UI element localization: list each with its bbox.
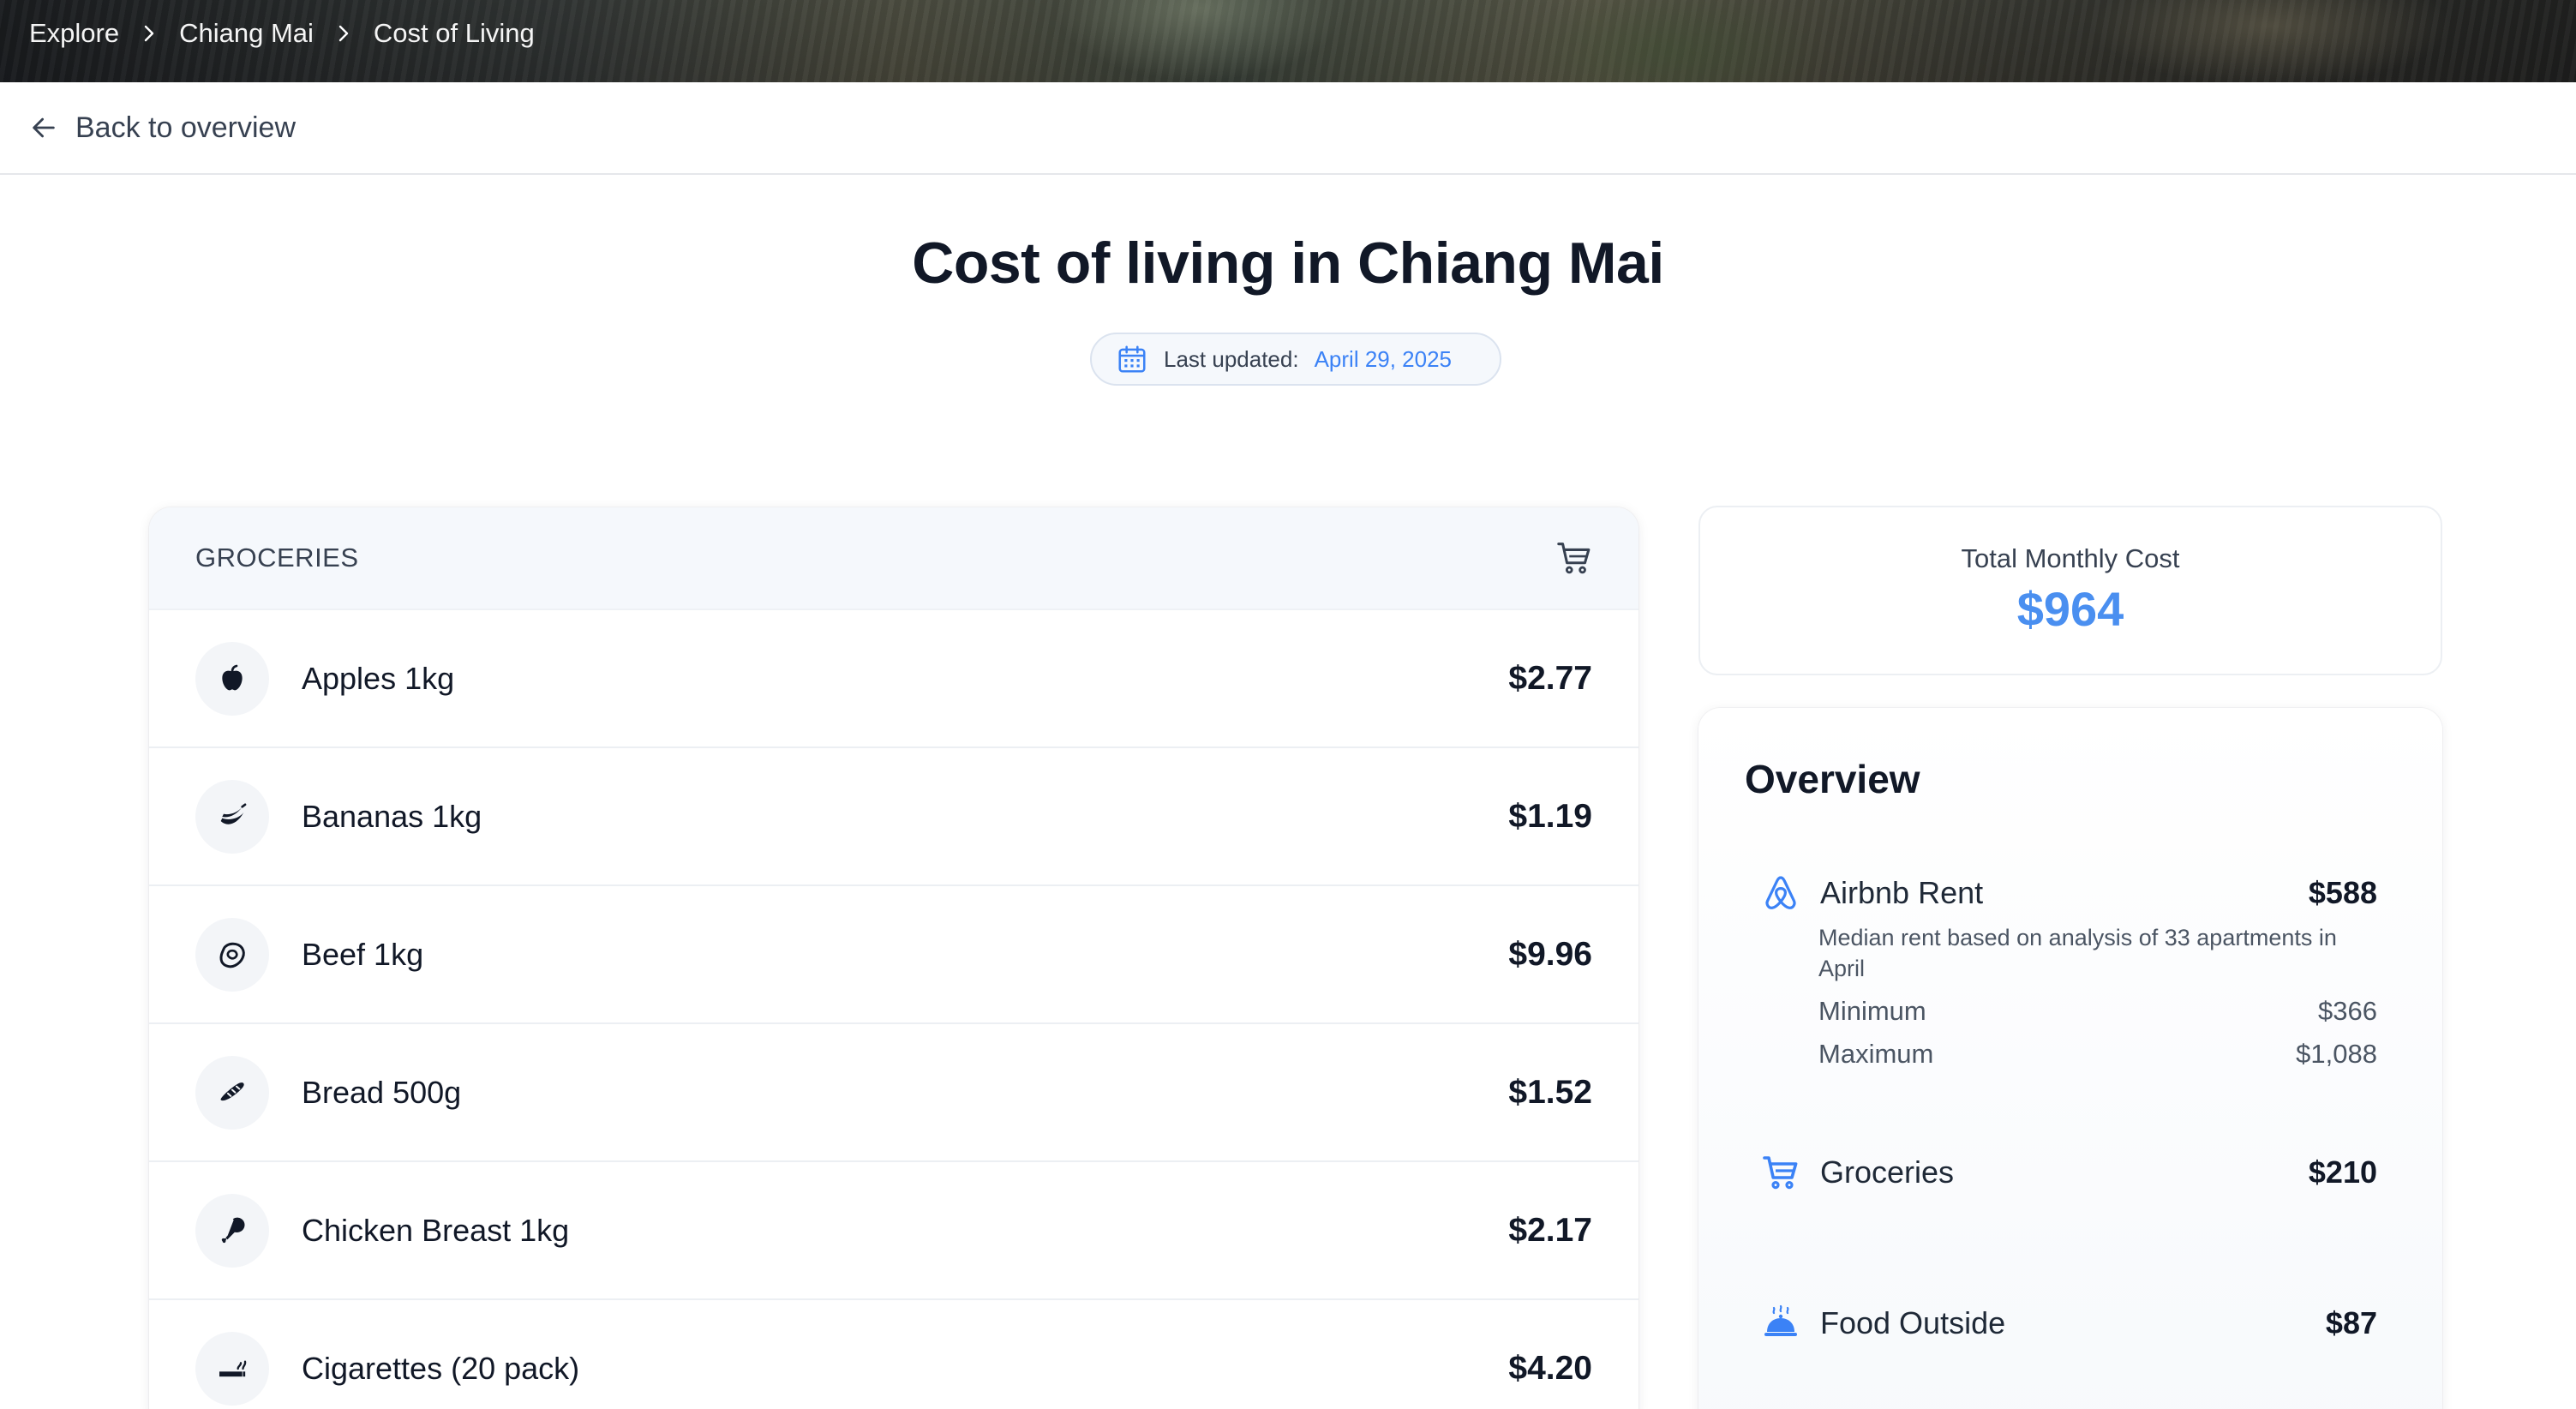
item-name: Chicken Breast 1kg (302, 1212, 570, 1248)
apple-icon (195, 641, 269, 716)
food-outside-item: Food Outside $87 (1760, 1303, 2377, 1344)
groceries-overview-amount: $210 (2308, 1154, 2377, 1190)
item-name: Beef 1kg (302, 936, 424, 972)
last-updated-label: Last updated: (1164, 345, 1299, 372)
airbnb-icon (1765, 876, 1796, 909)
airbnb-rent-label: Airbnb Rent (1820, 875, 1984, 910)
back-to-overview-link[interactable]: Back to overview (29, 111, 296, 145)
beef-icon (195, 917, 269, 992)
shopping-cart-icon (1763, 1156, 1798, 1190)
drumstick-icon (195, 1193, 269, 1268)
page-title: Cost of living in Chiang Mai (912, 231, 1664, 296)
last-updated-badge: Last updated: April 29, 2025 (1090, 333, 1501, 386)
groceries-overview-item: Groceries $210 (1760, 1152, 2377, 1193)
total-monthly-cost-value: $964 (2016, 582, 2124, 636)
item-name: Cigarettes (20 pack) (302, 1350, 580, 1386)
list-item: Bananas 1kg $1.19 (149, 748, 1638, 886)
breadcrumb-cost-of-living: Cost of Living (373, 18, 535, 48)
list-item: Bread 500g $1.52 (149, 1024, 1638, 1162)
overview-card: Overview Airbnb Rent $588 Median rent ba… (1698, 708, 2442, 1409)
last-updated-date: April 29, 2025 (1314, 345, 1453, 372)
food-outside-amount: $87 (2325, 1305, 2377, 1340)
banana-icon (195, 779, 269, 854)
breadcrumb: Explore Chiang Mai Cost of Living (29, 0, 535, 67)
rent-minimum-value: $366 (2318, 996, 2377, 1026)
rent-maximum-row: Maximum $1,088 (1818, 1039, 2377, 1070)
item-name: Apples 1kg (302, 660, 455, 696)
item-price: $2.17 (1508, 1211, 1592, 1249)
rent-maximum-label: Maximum (1818, 1039, 1934, 1069)
calendar-icon (1118, 345, 1146, 373)
cigarette-icon (195, 1331, 269, 1406)
item-price: $1.19 (1508, 797, 1592, 835)
item-price: $4.20 (1508, 1349, 1592, 1387)
food-outside-label: Food Outside (1820, 1305, 2006, 1340)
groceries-card: GROCERIES Apples 1kg $2.77 Bananas 1kg $… (149, 507, 1638, 1409)
food-cloche-icon (1764, 1304, 1797, 1336)
groceries-card-header: GROCERIES (149, 507, 1638, 610)
total-monthly-cost-card: Total Monthly Cost $964 (1698, 506, 2442, 675)
item-name: Bananas 1kg (302, 798, 482, 834)
breadcrumb-explore[interactable]: Explore (29, 18, 119, 49)
item-name: Bread 500g (302, 1074, 462, 1110)
chevron-right-icon (314, 16, 374, 51)
rent-minimum-label: Minimum (1818, 996, 1926, 1026)
back-link-label: Back to overview (75, 111, 296, 144)
list-item: Beef 1kg $9.96 (149, 886, 1638, 1024)
arrow-left-icon (33, 117, 55, 138)
item-price: $2.77 (1508, 659, 1592, 697)
item-price: $9.96 (1508, 935, 1592, 973)
list-item: Cigarettes (20 pack) $4.20 (149, 1300, 1638, 1409)
overview-title: Overview (1745, 757, 1920, 801)
hero-banner: Explore Chiang Mai Cost of Living (0, 0, 2576, 82)
airbnb-rent-description: Median rent based on analysis of 33 apar… (1818, 925, 2337, 981)
item-price: $1.52 (1508, 1073, 1592, 1111)
back-bar: Back to overview (0, 82, 2576, 175)
total-monthly-cost-label: Total Monthly Cost (1961, 543, 2180, 573)
airbnb-rent-amount: $588 (2308, 875, 2377, 910)
bread-icon (195, 1055, 269, 1130)
groceries-overview-label: Groceries (1820, 1154, 1955, 1190)
shopping-cart-icon (1557, 543, 1591, 574)
airbnb-rent-item: Airbnb Rent $588 Median rent based on an… (1760, 872, 2377, 1070)
list-item: Chicken Breast 1kg $2.17 (149, 1162, 1638, 1300)
list-item: Apples 1kg $2.77 (149, 610, 1638, 748)
breadcrumb-chiang-mai[interactable]: Chiang Mai (179, 18, 314, 49)
rent-maximum-value: $1,088 (2296, 1039, 2377, 1069)
rent-minimum-row: Minimum $366 (1818, 996, 2377, 1027)
groceries-card-title: GROCERIES (195, 543, 359, 573)
chevron-right-icon (119, 16, 179, 51)
